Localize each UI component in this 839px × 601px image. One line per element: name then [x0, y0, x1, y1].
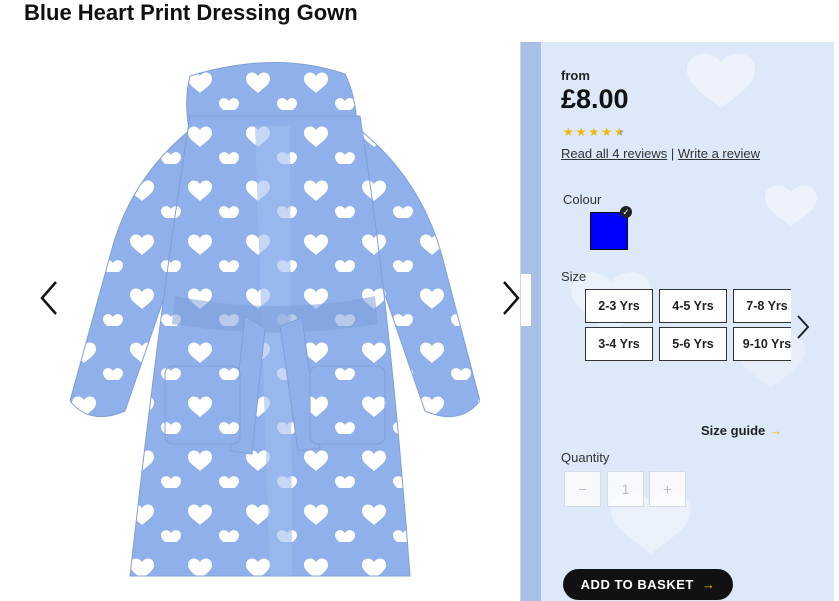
colour-label: Colour: [563, 192, 602, 207]
reviews-separator: |: [670, 146, 675, 161]
product-title: Blue Heart Print Dressing Gown: [24, 0, 358, 25]
half-star-icon: ★: [614, 125, 625, 139]
quantity-input[interactable]: 1: [607, 471, 644, 507]
arrow-right-icon: →: [701, 577, 716, 592]
chevron-left-icon: [40, 281, 57, 315]
size-guide-link[interactable]: Size guide →: [701, 423, 782, 438]
size-label: Size: [561, 269, 587, 284]
write-review-link[interactable]: Write a review: [678, 146, 760, 161]
size-option[interactable]: 7-8 Yrs: [733, 289, 791, 323]
add-to-basket-label: ADD TO BASKET: [580, 577, 694, 592]
panel-edge-gap: [521, 274, 531, 326]
product-details-panel: from £8.00 ★ ★ ★ ★ ★ Read all 4 reviews …: [520, 42, 834, 601]
rating-stars: ★ ★ ★ ★ ★: [563, 126, 625, 138]
add-to-basket-button[interactable]: ADD TO BASKET →: [563, 569, 733, 600]
size-option[interactable]: 4-5 Yrs: [659, 289, 727, 323]
size-options: 2-3 Yrs 4-5 Yrs 7-8 Yrs 3-4 Yrs 5-6 Yrs …: [585, 289, 791, 365]
size-option[interactable]: 3-4 Yrs: [585, 327, 653, 361]
product-gallery: [30, 42, 530, 601]
quantity-decrease-button[interactable]: −: [564, 471, 601, 507]
read-reviews-link[interactable]: Read all 4 reviews: [561, 146, 667, 161]
chevron-right-icon[interactable]: [793, 312, 813, 342]
price-from-label: from: [561, 68, 590, 83]
arrow-right-icon: →: [769, 423, 783, 438]
size-option[interactable]: 2-3 Yrs: [585, 289, 653, 323]
colour-swatch-blue[interactable]: [590, 212, 628, 250]
size-guide-label: Size guide: [701, 423, 766, 438]
gallery-prev-button[interactable]: [34, 278, 64, 318]
size-option[interactable]: 5-6 Yrs: [659, 327, 727, 361]
size-option[interactable]: 9-10 Yrs: [733, 327, 791, 361]
reviews-links: Read all 4 reviews | Write a review: [561, 146, 760, 161]
check-icon: ✓: [620, 206, 632, 218]
star-icon: ★: [601, 125, 613, 139]
chevron-right-icon: [503, 281, 520, 315]
quantity-increase-button[interactable]: +: [649, 471, 686, 507]
price: £8.00: [561, 84, 629, 114]
star-icon: ★: [575, 125, 587, 139]
quantity-label: Quantity: [561, 450, 610, 465]
star-icon: ★: [588, 125, 600, 139]
product-image: [70, 61, 480, 577]
star-icon: ★: [563, 125, 574, 139]
